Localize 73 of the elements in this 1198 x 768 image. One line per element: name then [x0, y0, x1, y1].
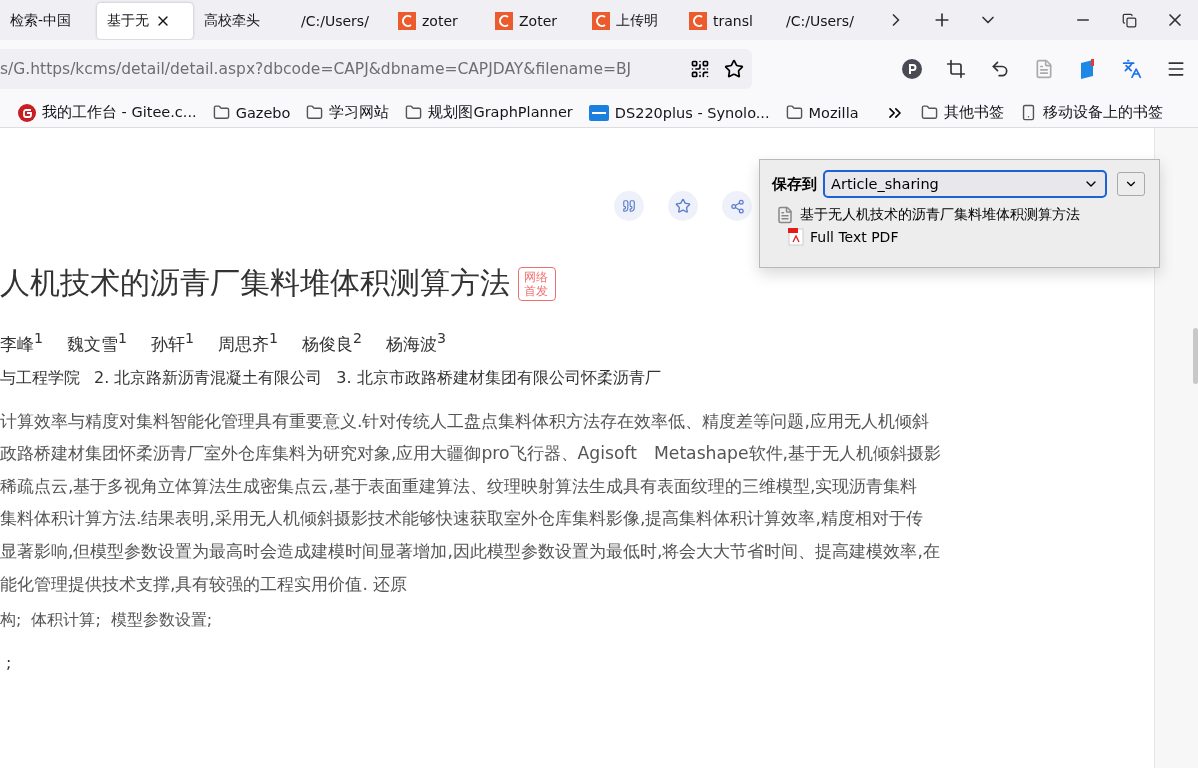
bookmark-item[interactable]: 规划图GraphPlanner — [405, 103, 573, 122]
browser-tab[interactable]: 检索-中国 — [0, 3, 96, 39]
item-title[interactable]: Full Text PDF — [810, 229, 899, 245]
keyword-link[interactable]: 模型参数设置; — [110, 610, 213, 632]
restore-icon[interactable] — [1121, 12, 1137, 28]
restore-link[interactable]: 还原 — [373, 573, 408, 594]
translate-icon[interactable] — [1122, 59, 1142, 79]
collection-select[interactable]: Article_sharing — [823, 170, 1107, 198]
abstract-text: 显著影响,但模型参数设置为最高时会造成建模时间显著增加,因此模型参数设置为最低时,将会大大节省时间、提高建模效率,在 — [0, 541, 940, 562]
bookmark-folder[interactable]: 移动设备上的书签 — [1019, 103, 1163, 122]
browser-tab[interactable]: 基于无 — [97, 3, 193, 39]
abstract-text: 稀疏点云,基于多视角立体算法生成密集点云,基于表面重建算法、纹理映射算法生成具有表面纹理的三维模型,实现沥青集料 — [0, 475, 918, 496]
gitee-icon — [18, 103, 36, 122]
abstract-text: 政路桥建材集团怀柔沥青厂室外仓库集料为研究对象,应用大疆御pro飞行器、Agisoft Metashape软件,基于无人机倾斜摄影 — [0, 443, 941, 464]
address-bar[interactable]: s/G.https/kcms/detail/detail.aspx?dbcode=CAPJ&dbname=CAPJDAY&filename=BJ — [0, 49, 752, 89]
quote-icon — [622, 199, 636, 213]
author-link[interactable]: 周思齐$^{1}$ — [218, 330, 279, 356]
author-link[interactable]: 孙轩$^{1}$ — [151, 330, 195, 356]
article-title: 人机技术的沥青厂集料堆体积测算方法 — [0, 264, 510, 302]
keyword-link[interactable]: 体积计算; — [31, 610, 101, 632]
browser-tab[interactable]: zoter — [388, 3, 484, 39]
save-to-label: 保存到 — [772, 174, 817, 194]
zotero-icon — [495, 12, 513, 30]
browser-tab[interactable]: /C:/Users/ — [776, 3, 872, 39]
options-button[interactable] — [1117, 172, 1145, 196]
qr-code-icon[interactable] — [690, 59, 710, 79]
zotero-icon — [398, 12, 416, 30]
folder-icon — [405, 104, 423, 121]
item-title[interactable]: 基于无人机技术的沥青厂集料堆体积测算方法 — [800, 206, 1080, 224]
author-link[interactable]: 李峰$^{1}$ — [0, 330, 43, 356]
bookmark-item[interactable]: Gazebo — [212, 104, 291, 121]
p-circle-icon[interactable] — [902, 59, 922, 79]
star-icon — [675, 198, 691, 214]
star-icon[interactable] — [724, 59, 744, 79]
undo-icon[interactable] — [990, 59, 1010, 79]
quote-button[interactable] — [614, 191, 644, 221]
author-link[interactable]: 杨俊良$^{2}$ — [302, 330, 363, 356]
affiliation-text: 3. 北京市政路桥建材集团有限公司怀柔沥青厂 — [336, 367, 661, 389]
menu-icon[interactable] — [1166, 59, 1186, 79]
folder-icon — [785, 104, 803, 121]
abstract-text: 能化管理提供技术支撑,具有较强的工程实用价值. — [0, 573, 368, 594]
bookmark-item[interactable]: 我的工作台 - Gitee.c... — [18, 103, 197, 122]
browser-tab[interactable]: Zoter — [485, 3, 581, 39]
browser-tab[interactable]: /C:/Users/ — [291, 3, 387, 39]
browser-tab[interactable]: 高校牵头 — [194, 3, 290, 39]
author-link[interactable]: 魏文雪$^{1}$ — [67, 330, 128, 356]
folder-icon — [920, 104, 938, 121]
affiliation-text: 与工程学院 — [0, 367, 80, 389]
bookmark-folder[interactable]: 其他书签 — [920, 103, 1004, 122]
dsm-icon — [588, 104, 609, 121]
folder-icon — [212, 104, 230, 121]
bookmark-item[interactable]: Mozilla — [785, 104, 859, 121]
bookmark-item[interactable]: DS220plus - Synolo... — [588, 104, 770, 121]
document-icon — [776, 206, 794, 224]
fund-text: ; — [6, 653, 12, 673]
zotero-icon — [689, 12, 707, 30]
crop-icon[interactable] — [946, 59, 966, 79]
browser-tab[interactable]: 上传明 — [582, 3, 678, 39]
author-link[interactable]: 杨海波$^{3}$ — [386, 330, 447, 356]
abstract-text: 计算效率与精度对集料智能化管理具有重要意义.针对传统人工盘点集料体积方法存在效率低、精度差等问题,应用无人机倾斜 — [0, 410, 929, 431]
online-first-tag: 网络首发 — [518, 266, 556, 301]
folder-icon — [306, 104, 324, 121]
share-button[interactable] — [722, 191, 752, 221]
book-icon[interactable] — [1079, 59, 1097, 79]
browser-tab[interactable]: transl — [679, 3, 775, 39]
abstract-text: 集料体积计算方法.结果表明,采用无人机倾斜摄影技术能够快速获取室外仓库集料影像,提高集料体积计算效率,精度相对于传 — [0, 508, 923, 529]
favorite-button[interactable] — [668, 191, 698, 221]
share-icon — [729, 198, 745, 214]
bookmark-item[interactable]: 学习网站 — [306, 103, 390, 122]
affiliation-text: 2. 北京路新沥青混凝土有限公司 — [94, 367, 323, 389]
zotero-icon — [592, 12, 610, 30]
keyword-link[interactable]: 构; — [0, 610, 22, 632]
pdf-icon — [788, 228, 804, 246]
